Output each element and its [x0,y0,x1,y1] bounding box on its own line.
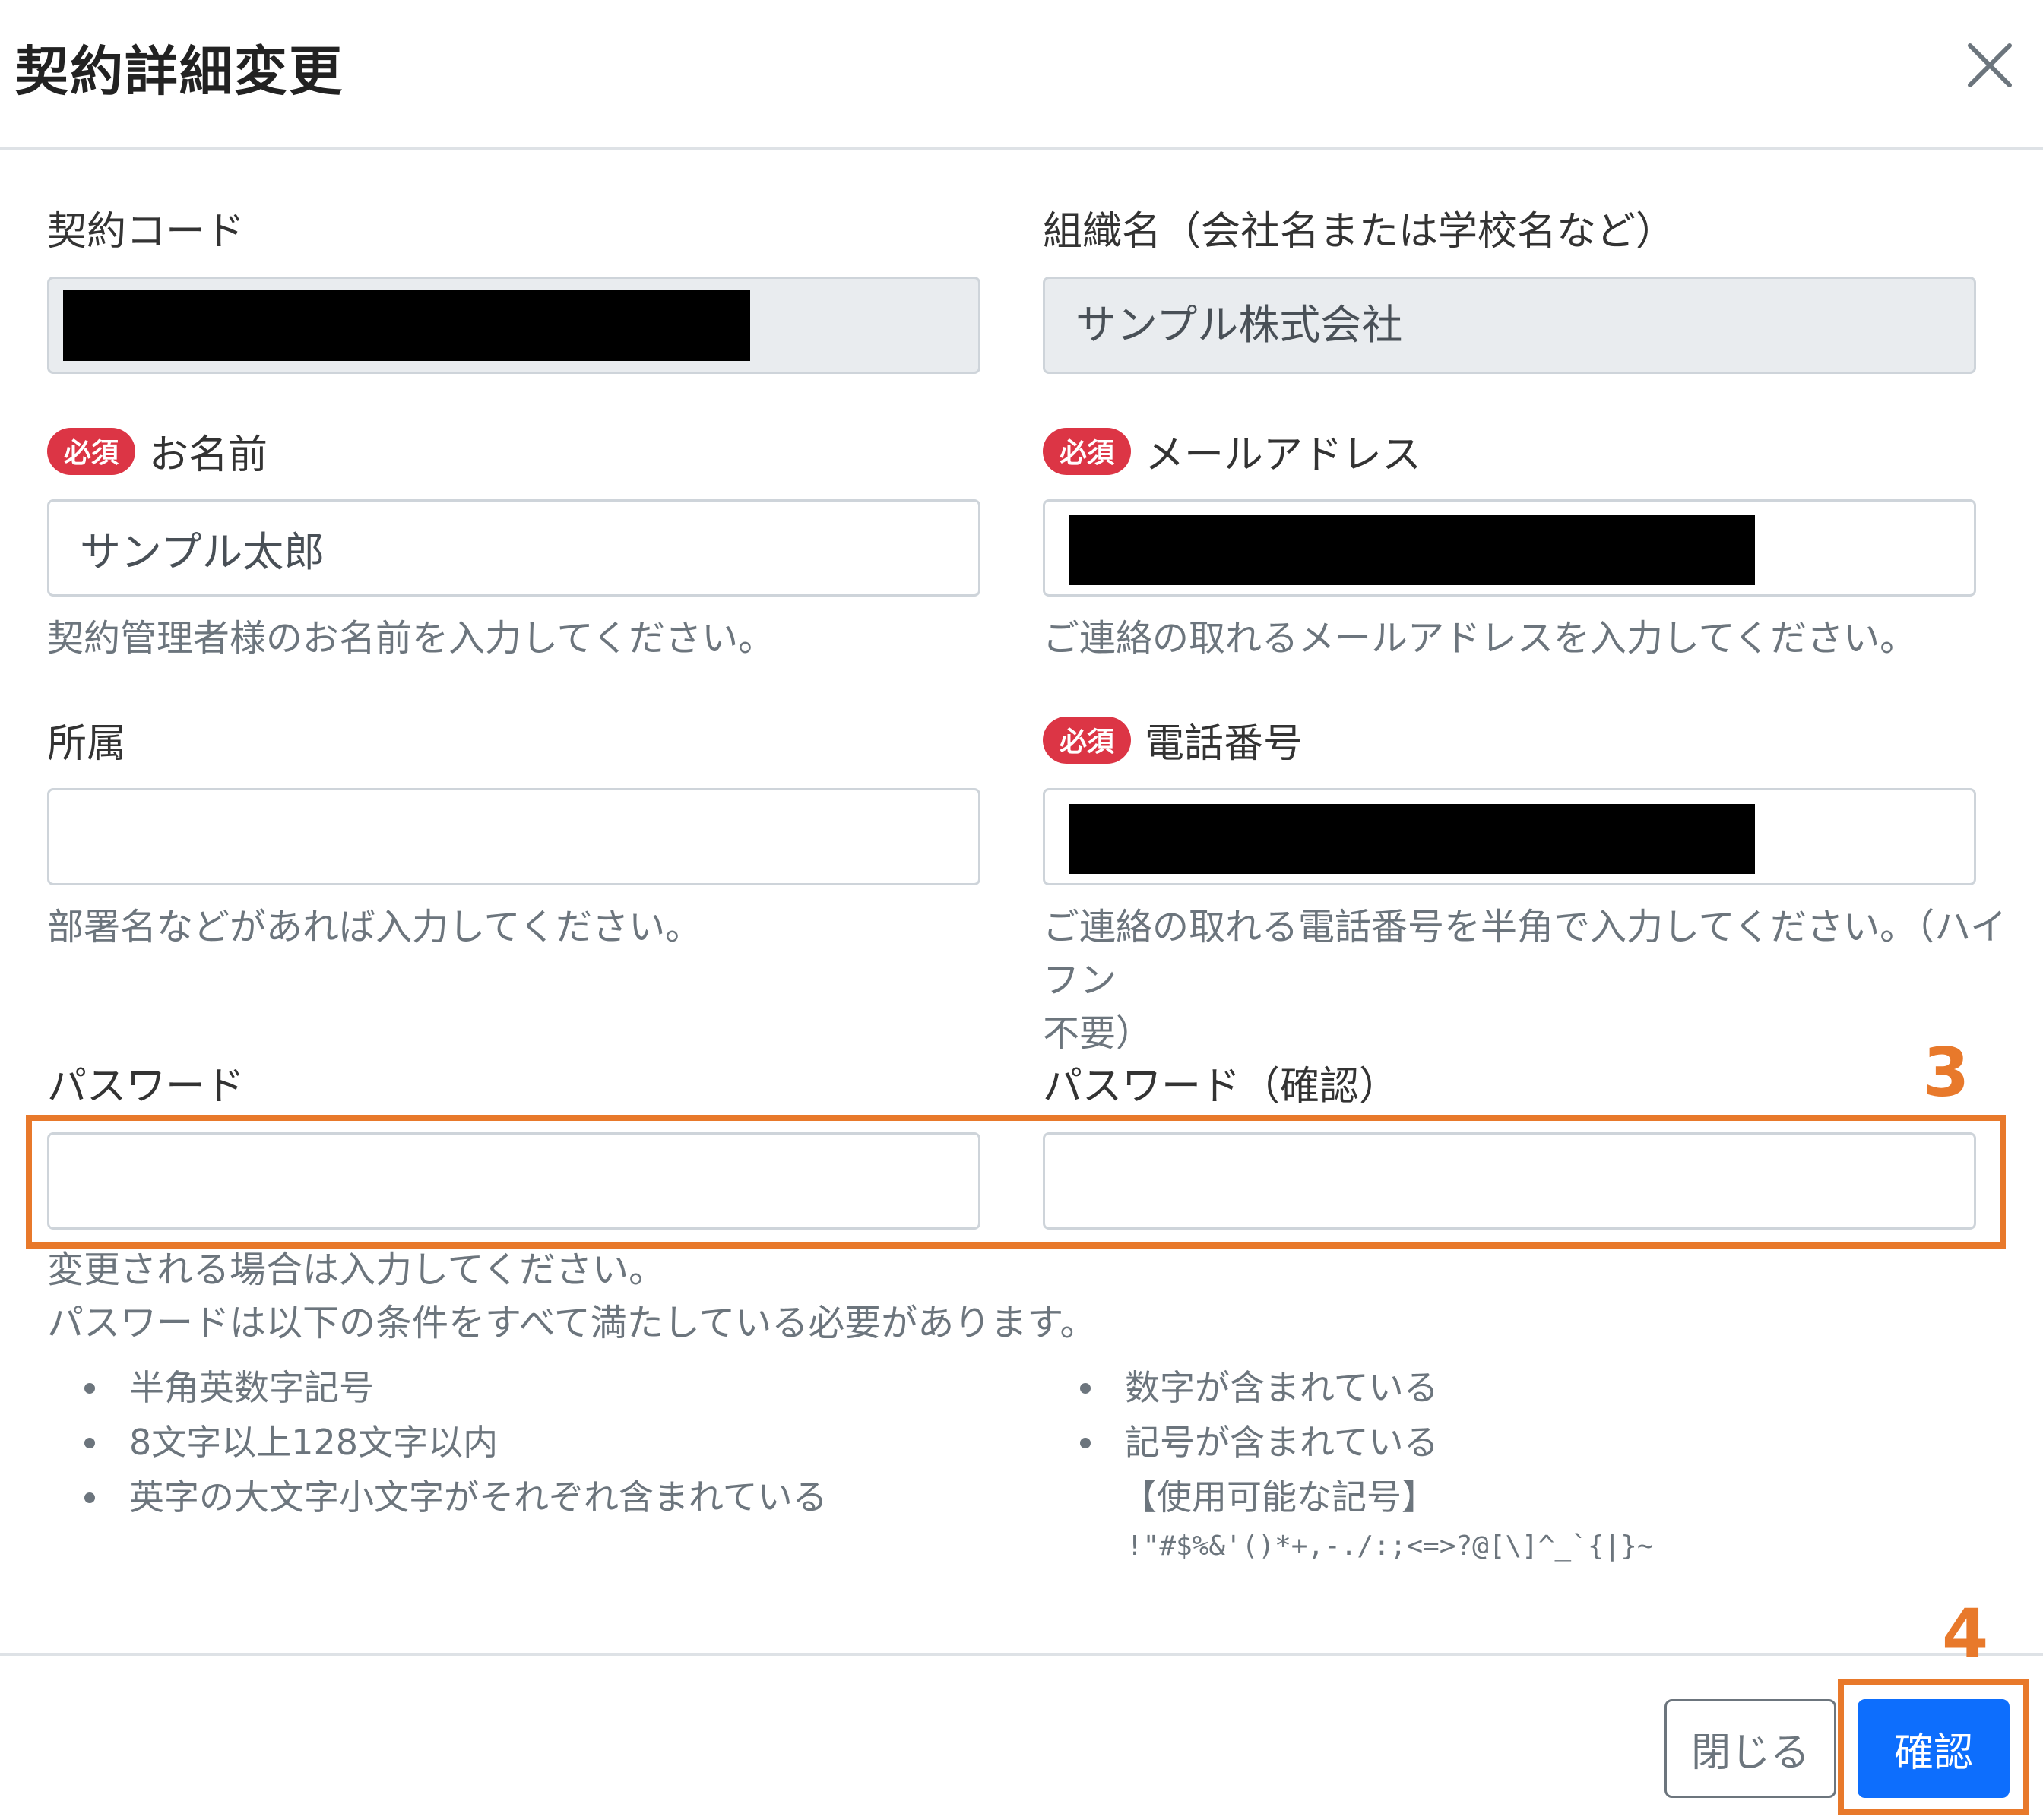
list-item: 数字が含まれている [1043,1360,1439,1415]
close-icon[interactable] [1959,35,2020,96]
email-input[interactable] [1043,499,1976,597]
password-confirm-label: パスワード（確認） [1043,1064,1399,1109]
highlight-box-4 [1838,1679,2029,1815]
phone-input[interactable] [1043,788,1976,885]
redacted-block [63,290,750,361]
phone-help: ご連絡の取れる電話番号を半角で入力してください。（ハイフン 不要） [1043,901,2043,1060]
step-number-3: 3 [1923,1033,1970,1112]
close-button[interactable]: 閉じる [1664,1699,1836,1798]
required-badge: 必須 [1043,717,1132,764]
list-item: 8文字以上128文字以内 [47,1415,828,1470]
list-item: 記号が含まれている [1043,1415,1439,1470]
name-label-row: 必須 お名前 [47,423,268,480]
redacted-block [1069,515,1755,585]
required-badge: 必須 [47,428,136,475]
footer-divider [0,1653,2043,1656]
contract-code-field [47,277,980,374]
org-name-label: 組織名（会社名または学校名など） [1043,209,1676,255]
email-label: メールアドレス [1145,432,1422,478]
department-help: 部署名などがあれば入力してください。 [47,906,702,948]
phone-label-row: 必須 電話番号 [1043,711,1303,768]
department-input[interactable] [47,788,980,885]
step-number-4: 4 [1942,1594,1989,1673]
contract-code-label: 契約コード [47,209,245,255]
modal-title: 契約詳細変更 [15,40,344,103]
redacted-block [1069,804,1755,874]
list-item: 英字の大文字小文字がそれぞれ含まれている [47,1470,828,1524]
phone-help-line2: 不要） [1043,1012,1153,1055]
highlight-box-3 [26,1115,2006,1249]
password-label: パスワード [47,1064,245,1109]
name-help: 契約管理者様のお名前を入力してください。 [47,617,775,660]
symbols-list: !"#$%&'()*+,-./:;<=>?@[\]^_`{|}~ [1126,1530,1654,1562]
list-item: 半角英数字記号 [47,1360,828,1415]
org-name-field: サンプル株式会社 [1043,277,1976,374]
symbols-title: 【使用可能な記号】 [1122,1477,1436,1518]
phone-label: 電話番号 [1145,721,1303,767]
name-label: お名前 [149,432,268,478]
password-help-line2: パスワードは以下の条件をすべて満たしている必要があります。 [47,1302,1097,1344]
header-divider [0,147,2043,150]
email-label-row: 必須 メールアドレス [1043,423,1421,480]
password-help-line1: 変更される場合は入力してください。 [47,1249,666,1291]
name-input[interactable] [47,499,980,597]
password-rules-left: 半角英数字記号 8文字以上128文字以内 英字の大文字小文字がそれぞれ含まれてい… [47,1360,828,1524]
password-rules-right: 数字が含まれている 記号が含まれている [1043,1360,1439,1470]
department-label: 所属 [47,721,127,767]
phone-help-line1: ご連絡の取れる電話番号を半角で入力してください。（ハイフン [1043,906,2007,1002]
org-name-value: サンプル株式会社 [1075,301,1403,349]
required-badge: 必須 [1043,428,1132,475]
email-help: ご連絡の取れるメールアドレスを入力してください。 [1043,617,1917,660]
